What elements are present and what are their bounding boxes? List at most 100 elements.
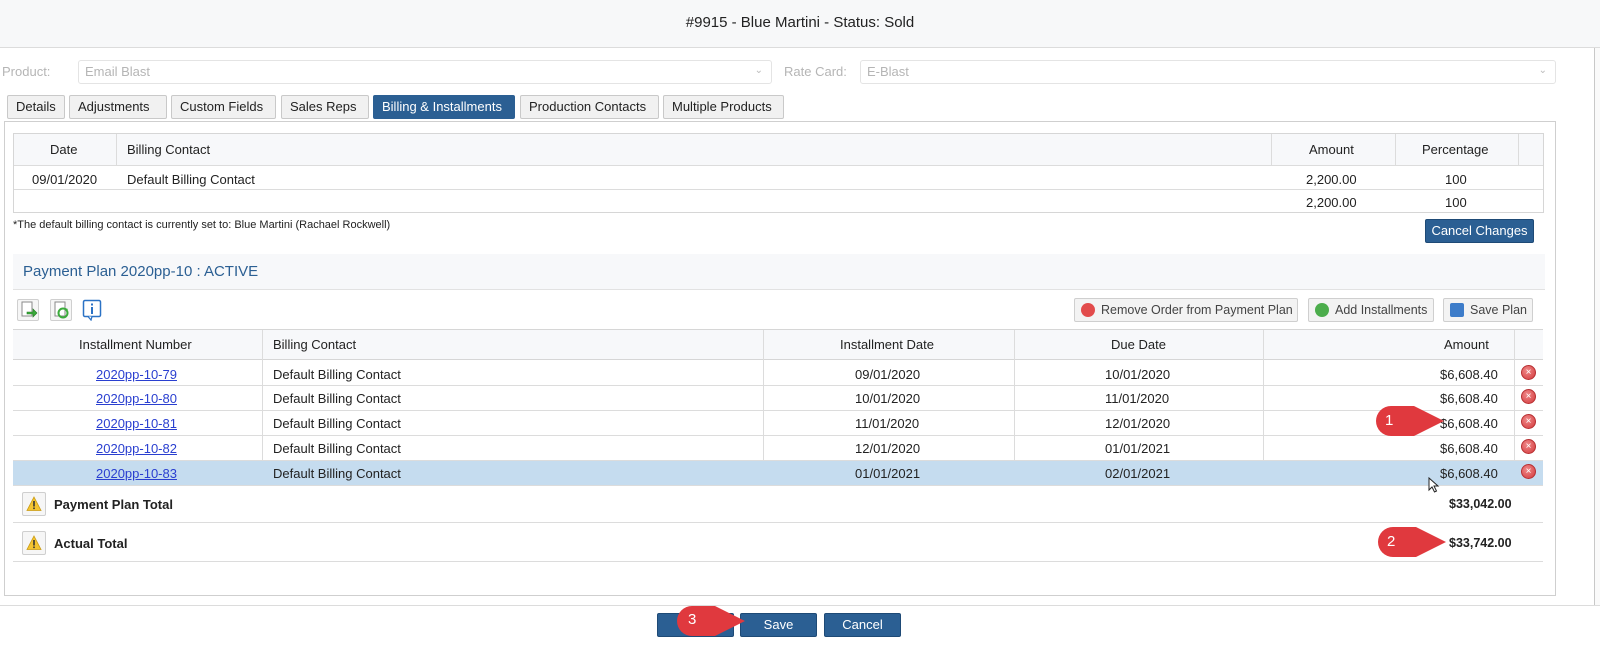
payment-plan-total-value: $33,042.00: [1449, 497, 1512, 511]
export-icon[interactable]: [17, 299, 39, 321]
billing-percentage: 100: [1445, 172, 1467, 187]
cancel-changes-button[interactable]: Cancel Changes: [1425, 219, 1534, 243]
installment-link[interactable]: 2020pp-10-81: [96, 416, 177, 431]
column-header-date: Date: [50, 142, 78, 157]
installment-amount: $6,608.40: [1440, 441, 1498, 456]
installment-amount: $6,608.40: [1440, 391, 1498, 406]
chevron-down-icon: ⌄: [754, 65, 763, 76]
rate-card-label: Rate Card:: [784, 64, 847, 79]
tab-custom-fields[interactable]: Custom Fields: [171, 95, 276, 119]
refresh-icon[interactable]: [50, 299, 72, 321]
installment-date: 09/01/2020: [855, 367, 921, 382]
installment-contact: Default Billing Contact: [273, 367, 401, 382]
divider: [1271, 134, 1272, 165]
divider: [13, 485, 1543, 486]
billing-contact: Default Billing Contact: [127, 172, 255, 187]
chevron-down-icon: ⌄: [1538, 65, 1547, 76]
product-row: Product: Email Blast ⌄ Rate Card: E-Blas…: [0, 60, 1590, 84]
billing-total-amount: 2,200.00: [1306, 195, 1357, 210]
warning-icon: [22, 492, 46, 516]
column-header-billing-contact: Billing Contact: [273, 337, 357, 352]
column-header-amount: Amount: [1309, 142, 1354, 157]
actual-total-label: Actual Total: [54, 536, 128, 551]
add-installments-label: Add Installments: [1335, 303, 1428, 317]
save-icon: [1450, 303, 1464, 317]
installment-due-date: 12/01/2020: [1105, 416, 1171, 431]
column-header-installment-number: Installment Number: [79, 337, 192, 352]
installment-contact: Default Billing Contact: [273, 466, 401, 481]
installment-date: 10/01/2020: [855, 391, 921, 406]
installment-due-date: 10/01/2020: [1105, 367, 1171, 382]
divider: [13, 522, 1543, 523]
actual-total-value: $33,742.00: [1449, 536, 1512, 550]
installment-link[interactable]: 2020pp-10-80: [96, 391, 177, 406]
add-installments-button[interactable]: Add Installments: [1308, 298, 1434, 322]
rate-card-select[interactable]: E-Blast ⌄: [860, 60, 1556, 84]
installment-due-date: 11/01/2020: [1105, 391, 1170, 406]
column-header-due-date: Due Date: [1111, 337, 1166, 352]
installment-date: 12/01/2020: [855, 441, 921, 456]
cancel-button[interactable]: Cancel: [824, 613, 901, 637]
remove-order-button[interactable]: Remove Order from Payment Plan: [1074, 298, 1298, 322]
installment-amount: $6,608.40: [1440, 466, 1498, 481]
callout-label: 2: [1387, 533, 1396, 550]
window-title: #9915 - Blue Martini - Status: Sold: [0, 0, 1600, 48]
billing-total-percentage: 100: [1445, 195, 1467, 210]
product-value: Email Blast: [85, 64, 151, 79]
installment-due-date: 02/01/2021: [1105, 466, 1171, 481]
column-header-installment-date: Installment Date: [840, 337, 934, 352]
divider: [13, 561, 1543, 562]
warning-icon: [22, 531, 46, 555]
product-label: Product:: [2, 64, 51, 79]
divider: [14, 165, 1543, 166]
delete-icon[interactable]: ×: [1521, 414, 1536, 429]
installment-link[interactable]: 2020pp-10-79: [96, 367, 177, 382]
delete-icon[interactable]: ×: [1521, 365, 1536, 380]
divider: [13, 410, 1543, 411]
payment-plan-title: Payment Plan 2020pp-10 : ACTIVE: [23, 263, 259, 280]
tab-sales-reps[interactable]: Sales Reps: [281, 95, 369, 119]
divider: [13, 460, 1543, 461]
callout-label: 3: [688, 611, 697, 628]
scrollbar[interactable]: [1594, 48, 1600, 618]
divider: [1395, 134, 1396, 165]
tab-billing-installments[interactable]: Billing & Installments: [373, 95, 515, 119]
divider: [13, 385, 1543, 386]
column-header-percentage: Percentage: [1422, 142, 1489, 157]
installment-link[interactable]: 2020pp-10-82: [96, 441, 177, 456]
mouse-cursor-icon: [1428, 477, 1440, 493]
installment-contact: Default Billing Contact: [273, 416, 401, 431]
add-icon: [1315, 303, 1329, 317]
payment-plan-header: Payment Plan 2020pp-10 : ACTIVE: [13, 254, 1545, 290]
installments-header: [13, 329, 1543, 360]
remove-icon: [1081, 303, 1095, 317]
tab-production-contacts[interactable]: Production Contacts: [520, 95, 659, 119]
divider: [1518, 134, 1519, 165]
tab-details[interactable]: Details: [7, 95, 65, 119]
save-plan-label: Save Plan: [1470, 303, 1527, 317]
tab-multiple-products[interactable]: Multiple Products: [663, 95, 784, 119]
installment-contact: Default Billing Contact: [273, 441, 401, 456]
save-button[interactable]: Save: [740, 613, 817, 637]
column-header-billing-contact: Billing Contact: [127, 142, 211, 157]
save-plan-button[interactable]: Save Plan: [1443, 298, 1533, 322]
info-icon[interactable]: [82, 299, 102, 322]
rate-card-value: E-Blast: [867, 64, 909, 79]
tab-adjustments[interactable]: Adjustments: [69, 95, 167, 119]
installment-date: 11/01/2020: [855, 416, 920, 431]
billing-date: 09/01/2020: [32, 172, 98, 187]
billing-amount: 2,200.00: [1306, 172, 1357, 187]
delete-icon[interactable]: ×: [1521, 439, 1536, 454]
product-select[interactable]: Email Blast ⌄: [78, 60, 772, 84]
installment-link[interactable]: 2020pp-10-83: [96, 466, 177, 481]
divider: [116, 134, 117, 165]
installment-amount: $6,608.40: [1440, 367, 1498, 382]
selected-row-highlight: [13, 460, 1543, 485]
installment-due-date: 01/01/2021: [1105, 441, 1171, 456]
installment-contact: Default Billing Contact: [273, 391, 401, 406]
column-header-amount: Amount: [1444, 337, 1489, 352]
delete-icon[interactable]: ×: [1521, 389, 1536, 404]
delete-icon[interactable]: ×: [1521, 464, 1536, 479]
divider: [13, 435, 1543, 436]
installment-amount: $6,608.40: [1440, 416, 1498, 431]
